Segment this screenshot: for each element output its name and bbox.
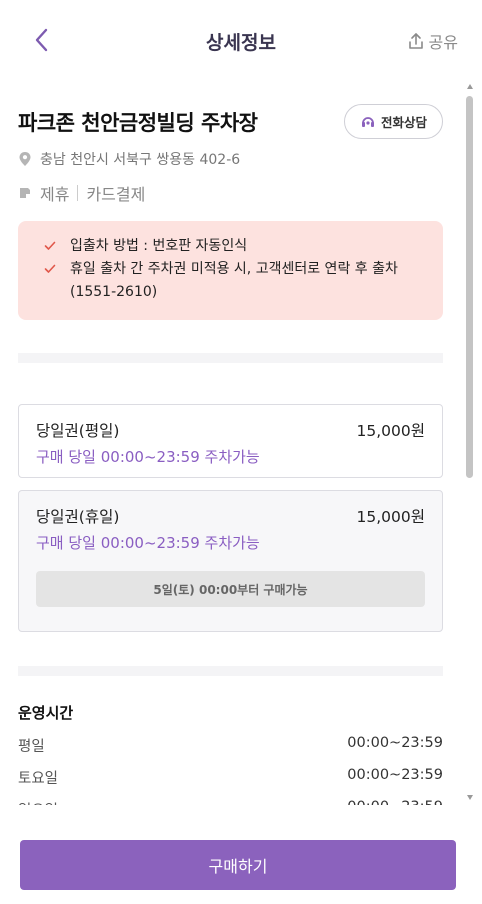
parking-lot-name: 파크존 천안금정빌딩 주차장 — [18, 111, 258, 135]
address-text: 충남 천안시 서북구 쌍용동 402-6 — [40, 152, 241, 168]
section-divider — [18, 353, 443, 363]
top-app-bar: 상세정보 공유 — [0, 0, 482, 80]
ticket-name: 당일권(휴일) — [36, 508, 120, 526]
tag-divider — [77, 185, 79, 201]
ticket-name: 당일권(평일) — [36, 422, 120, 440]
ticket-card-weekday[interactable]: 당일권(평일) 15,000원 구매 당일 00:00~23:59 주차가능 — [18, 404, 443, 478]
ticket-description: 구매 당일 00:00~23:59 주차가능 — [36, 448, 260, 466]
tag-icon — [20, 188, 30, 198]
ticket-description: 구매 당일 00:00~23:59 주차가능 — [36, 534, 260, 552]
scrollbar-down-arrow[interactable] — [467, 795, 473, 800]
hours-time: 00:00~23:59 — [347, 767, 443, 783]
share-icon — [408, 33, 423, 49]
ticket-price: 15,000원 — [356, 508, 426, 526]
address-row: 충남 천안시 서북구 쌍용동 402-6 — [18, 149, 240, 169]
purchase-unavailable-notice: 5일(토) 00:00부터 구매가능 — [36, 571, 425, 607]
scrollbar-up-arrow[interactable] — [467, 84, 473, 89]
ticket-header: 당일권(평일) 15,000원 — [36, 419, 425, 441]
headset-icon — [361, 116, 374, 127]
hours-day: 토요일 — [18, 771, 59, 787]
hours-row: 토요일 00:00~23:59 — [18, 767, 443, 788]
hours-day: 평일 — [18, 739, 45, 755]
share-button[interactable]: 공유 — [407, 29, 458, 53]
hours-time: 00:00~23:59 — [347, 735, 443, 751]
ticket-header: 당일권(휴일) 15,000원 — [36, 505, 425, 527]
ticket-card-holiday[interactable]: 당일권(휴일) 15,000원 구매 당일 00:00~23:59 주차가능 5… — [18, 490, 443, 632]
share-label: 공유 — [428, 33, 458, 52]
scrollbar-thumb[interactable] — [466, 96, 473, 478]
notice-item: 휴일 출차 간 주차권 미적용 시, 고객센터로 연락 후 출차 (1551-2… — [44, 258, 419, 304]
notice-text: 입출차 방법 : 번호판 자동인식 — [70, 238, 248, 254]
location-pin-icon — [19, 152, 31, 166]
check-icon — [44, 241, 56, 250]
section-divider — [18, 666, 443, 676]
hours-row: 평일 00:00~23:59 — [18, 735, 443, 756]
tag-partner: 제휴 — [40, 185, 70, 204]
operating-hours-title: 운영시간 — [18, 704, 74, 722]
notice-item: 입출차 방법 : 번호판 자동인식 — [44, 235, 419, 258]
tag-row: 제휴 카드결제 — [18, 181, 145, 205]
call-consult-label: 전화상담 — [380, 115, 427, 130]
tag-card-payment: 카드결제 — [86, 185, 146, 204]
call-consult-button[interactable]: 전화상담 — [344, 104, 443, 139]
notice-text: 휴일 출차 간 주차권 미적용 시, 고객센터로 연락 후 출차 (1551-2… — [70, 261, 398, 300]
purchase-button[interactable]: 구매하기 — [20, 840, 456, 890]
notice-box: 입출차 방법 : 번호판 자동인식 휴일 출차 간 주차권 미적용 시, 고객센… — [18, 221, 443, 320]
check-icon — [44, 264, 56, 273]
ticket-price: 15,000원 — [356, 422, 426, 440]
